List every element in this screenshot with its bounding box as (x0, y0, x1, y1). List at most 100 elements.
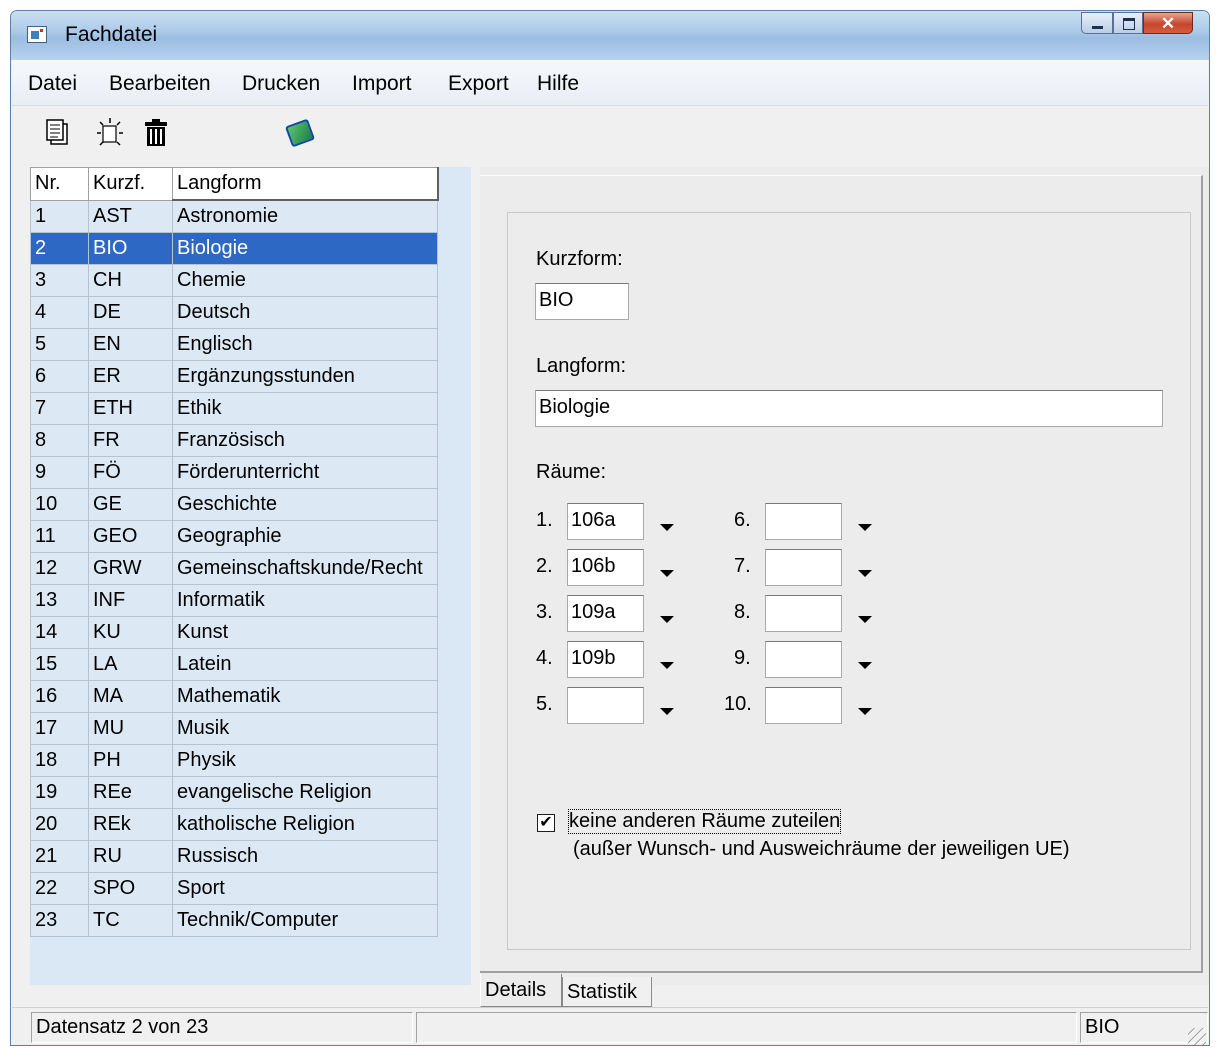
column-header-kurzf[interactable]: Kurzf. (88, 167, 173, 201)
table-row[interactable]: 19 REe evangelische Religion (30, 776, 438, 809)
fachdatei-window: Fachdatei ✕ Datei Bearbeiten Drucken Imp… (10, 10, 1210, 1046)
table-row[interactable]: 23 TC Technik/Computer (30, 904, 438, 937)
room-3-number: 3. (536, 601, 553, 623)
room-4-field[interactable]: 109b (567, 641, 644, 678)
table-row[interactable]: 3 CH Chemie (30, 264, 438, 297)
cell-kurzf: ETH (88, 392, 173, 425)
cell-kurzf: INF (88, 584, 173, 617)
delete-icon[interactable] (140, 116, 172, 150)
room-1-field[interactable]: 106a (567, 503, 644, 540)
table-row[interactable]: 2 BIO Biologie (30, 232, 438, 265)
checkbox-note: (außer Wunsch- und Ausweichräume der jew… (573, 838, 1070, 860)
properties-icon[interactable] (94, 116, 126, 150)
room-6-dropdown-icon[interactable] (858, 524, 872, 531)
cell-kurzf: GE (88, 488, 173, 521)
menu-datei[interactable]: Datei (28, 72, 77, 96)
resize-grip[interactable] (1188, 1028, 1206, 1045)
room-8-dropdown-icon[interactable] (858, 616, 872, 623)
room-1-dropdown-icon[interactable] (660, 524, 674, 531)
column-header-nr[interactable]: Nr. (30, 167, 89, 201)
cell-nr: 22 (30, 872, 89, 905)
table-row[interactable]: 10 GE Geschichte (30, 488, 438, 521)
details-tab-panel: Kurzform: BIO Langform: Biologie Räume: … (480, 175, 1203, 973)
menu-bar: Datei Bearbeiten Drucken Import Export H… (12, 60, 1208, 106)
tab-details[interactable]: Details (480, 974, 562, 1007)
minimize-button[interactable] (1081, 12, 1113, 34)
window-controls: ✕ (1081, 12, 1193, 36)
table-row[interactable]: 1 AST Astronomie (30, 199, 438, 233)
table-row[interactable]: 9 FÖ Förderunterricht (30, 456, 438, 489)
room-2-dropdown-icon[interactable] (660, 570, 674, 577)
room-10-dropdown-icon[interactable] (858, 708, 872, 715)
book-icon[interactable] (282, 116, 316, 150)
table-row[interactable]: 6 ER Ergänzungsstunden (30, 360, 438, 393)
cell-langform: Informatik (172, 584, 438, 617)
cell-kurzf: SPO (88, 872, 173, 905)
close-icon: ✕ (1160, 14, 1176, 33)
cell-nr: 11 (30, 520, 89, 553)
new-record-icon[interactable] (44, 116, 76, 150)
room-5-field[interactable] (567, 687, 644, 724)
table-row[interactable]: 14 KU Kunst (30, 616, 438, 649)
table-row[interactable]: 11 GEO Geographie (30, 520, 438, 553)
column-header-langform[interactable]: Langform (172, 167, 439, 201)
table-row[interactable]: 16 MA Mathematik (30, 680, 438, 713)
room-8-field[interactable] (765, 595, 842, 632)
menu-hilfe[interactable]: Hilfe (537, 72, 579, 96)
table-row[interactable]: 13 INF Informatik (30, 584, 438, 617)
room-10-number: 10. (724, 693, 752, 715)
room-9-field[interactable] (765, 641, 842, 678)
table-row[interactable]: 21 RU Russisch (30, 840, 438, 873)
details-pane: Kurzform: BIO Langform: Biologie Räume: … (480, 167, 1209, 985)
room-2-field[interactable]: 106b (567, 549, 644, 586)
menu-drucken[interactable]: Drucken (242, 72, 320, 96)
cell-langform: Biologie (172, 232, 438, 265)
close-button[interactable]: ✕ (1143, 12, 1193, 34)
room-6-field[interactable] (765, 503, 842, 540)
table-row[interactable]: 18 PH Physik (30, 744, 438, 777)
table-row[interactable]: 5 EN Englisch (30, 328, 438, 361)
table-row[interactable]: 12 GRW Gemeinschaftskunde/Recht (30, 552, 438, 585)
keine-anderen-raeume-label[interactable]: keine anderen Räume zuteilen (567, 809, 842, 834)
room-7-field[interactable] (765, 549, 842, 586)
maximize-button[interactable] (1113, 12, 1143, 34)
cell-nr: 19 (30, 776, 89, 809)
room-10-field[interactable] (765, 687, 842, 724)
cell-nr: 17 (30, 712, 89, 745)
menu-import[interactable]: Import (352, 72, 412, 96)
menu-bearbeiten[interactable]: Bearbeiten (109, 72, 211, 96)
cell-langform: Latein (172, 648, 438, 681)
menu-export[interactable]: Export (448, 72, 509, 96)
cell-kurzf: REe (88, 776, 173, 809)
subject-list[interactable]: Nr. Kurzf. Langform 1 AST Astronomie 2 BIO Bi… (30, 167, 471, 985)
cell-kurzf: GEO (88, 520, 173, 553)
room-3-dropdown-icon[interactable] (660, 616, 674, 623)
room-5-dropdown-icon[interactable] (660, 708, 674, 715)
tab-statistik[interactable]: Statistik (562, 977, 652, 1007)
table-row[interactable]: 20 REk katholische Religion (30, 808, 438, 841)
table-row[interactable]: 4 DE Deutsch (30, 296, 438, 329)
langform-label: Langform: (536, 355, 627, 377)
status-bar: Datensatz 2 von 23 BIO (12, 1007, 1208, 1045)
cell-kurzf: MA (88, 680, 173, 713)
table-row[interactable]: 7 ETH Ethik (30, 392, 438, 425)
keine-anderen-raeume-checkbox[interactable]: ✔ (537, 814, 555, 832)
cell-nr: 5 (30, 328, 89, 361)
cell-kurzf: EN (88, 328, 173, 361)
kurzform-field[interactable]: BIO (535, 283, 629, 320)
title-bar[interactable]: Fachdatei ✕ (11, 11, 1209, 60)
cell-langform: Deutsch (172, 296, 438, 329)
room-3-field[interactable]: 109a (567, 595, 644, 632)
table-row[interactable]: 8 FR Französisch (30, 424, 438, 457)
table-row[interactable]: 15 LA Latein (30, 648, 438, 681)
cell-langform: Ergänzungsstunden (172, 360, 438, 393)
room-9-dropdown-icon[interactable] (858, 662, 872, 669)
table-row[interactable]: 17 MU Musik (30, 712, 438, 745)
room-7-dropdown-icon[interactable] (858, 570, 872, 577)
langform-field[interactable]: Biologie (535, 390, 1163, 427)
cell-nr: 15 (30, 648, 89, 681)
table-row[interactable]: 22 SPO Sport (30, 872, 438, 905)
room-8-number: 8. (734, 601, 751, 623)
room-4-dropdown-icon[interactable] (660, 662, 674, 669)
room-9-number: 9. (734, 647, 751, 669)
